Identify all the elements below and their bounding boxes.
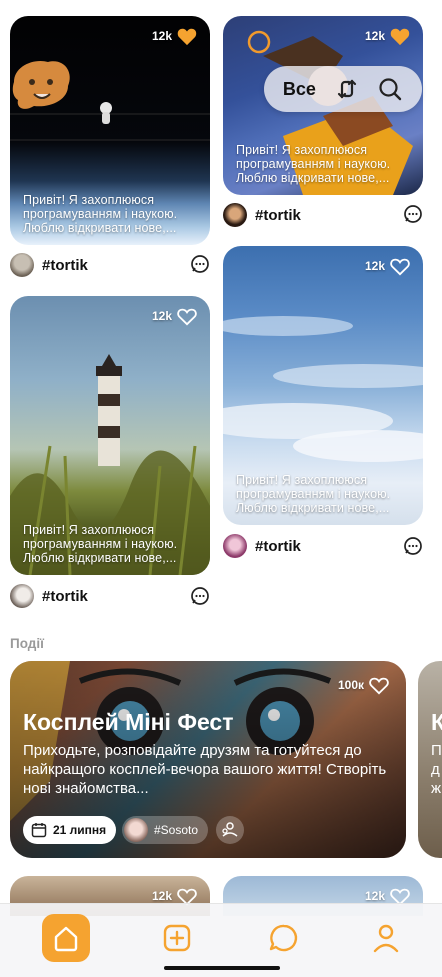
post-author[interactable]: #tortik bbox=[223, 203, 301, 227]
avatar bbox=[124, 818, 148, 842]
event-date: 21 липня bbox=[53, 823, 107, 837]
post-caption: Привіт! Я захоплююся програмуванням і на… bbox=[236, 473, 391, 515]
section-title-events: Події bbox=[10, 636, 44, 651]
likes-counter[interactable]: 12k bbox=[365, 256, 411, 276]
add-icon bbox=[163, 924, 191, 952]
heart-outline-icon[interactable] bbox=[368, 675, 390, 695]
event-date-chip: 21 липня bbox=[23, 816, 117, 844]
event-card-next[interactable]: К П д ж bbox=[418, 661, 442, 858]
heart-filled-icon[interactable] bbox=[389, 26, 411, 46]
likes-count: 12k bbox=[151, 889, 172, 903]
filter-bar: Все bbox=[264, 66, 422, 112]
event-description: П д ж bbox=[431, 742, 442, 797]
likes-count: 12k bbox=[364, 889, 385, 903]
author-tag: #tortik bbox=[42, 256, 88, 274]
event-group-chip[interactable] bbox=[216, 816, 244, 844]
filter-all-button[interactable]: Все bbox=[283, 79, 316, 100]
tab-profile[interactable] bbox=[362, 914, 410, 962]
heart-filled-icon[interactable] bbox=[176, 26, 198, 46]
likes-count: 12k bbox=[364, 259, 385, 273]
tab-home[interactable] bbox=[42, 914, 90, 962]
likes-count: 12k bbox=[151, 309, 172, 323]
likes-counter[interactable]: 12k bbox=[365, 26, 411, 46]
event-card[interactable]: 100к Косплей Міні Фест Приходьте, розпов… bbox=[10, 661, 406, 858]
tab-chat[interactable] bbox=[260, 914, 308, 962]
avatar bbox=[10, 584, 34, 608]
avatar bbox=[223, 203, 247, 227]
post-card-4[interactable]: 12k Привіт! Я захоплююся програмуванням … bbox=[10, 296, 210, 575]
likes-count: 12k bbox=[151, 29, 172, 43]
post-author[interactable]: #tortik bbox=[10, 584, 88, 608]
post-caption: Привіт! Я захоплююся програмуванням і на… bbox=[236, 143, 391, 185]
comment-icon[interactable] bbox=[403, 536, 423, 556]
heart-outline-icon[interactable] bbox=[176, 306, 198, 326]
author-tag: #tortik bbox=[255, 206, 301, 224]
profile-icon bbox=[373, 924, 399, 953]
avatar bbox=[10, 253, 34, 277]
group-icon bbox=[222, 822, 238, 837]
author-tag: #tortik bbox=[255, 537, 301, 555]
tab-add[interactable] bbox=[153, 914, 201, 962]
post-caption: Привіт! Я захоплююся програмуванням і на… bbox=[23, 193, 178, 235]
likes-count: 100к bbox=[337, 678, 364, 692]
likes-counter[interactable]: 12k bbox=[152, 26, 198, 46]
shuffle-icon[interactable] bbox=[334, 76, 360, 102]
event-description: Приходьте, розповідайте друзям та готуйт… bbox=[23, 742, 387, 797]
likes-counter[interactable]: 12k bbox=[152, 306, 198, 326]
post-author[interactable]: #tortik bbox=[10, 253, 88, 277]
chat-icon bbox=[269, 924, 298, 952]
event-organizer-chip[interactable]: #Sosoto bbox=[122, 816, 209, 844]
likes-counter[interactable]: 100к bbox=[338, 675, 390, 695]
post-card-1[interactable]: 12k Привіт! Я захоплююся програмуванням … bbox=[10, 16, 210, 245]
comment-icon[interactable] bbox=[190, 254, 210, 274]
comment-icon[interactable] bbox=[403, 204, 423, 224]
home-indicator bbox=[164, 966, 280, 970]
post-card-3[interactable]: 12k Привіт! Я захоплююся програмуванням … bbox=[223, 246, 423, 525]
event-organizer: #Sosoto bbox=[154, 823, 199, 837]
event-title: К bbox=[431, 709, 442, 735]
post-author[interactable]: #tortik bbox=[223, 534, 301, 558]
comment-icon[interactable] bbox=[190, 586, 210, 606]
post-caption: Привіт! Я захоплююся програмуванням і на… bbox=[23, 523, 178, 565]
search-icon[interactable] bbox=[377, 76, 403, 102]
avatar bbox=[223, 534, 247, 558]
event-title: Косплей Міні Фест bbox=[23, 709, 234, 735]
calendar-icon bbox=[31, 823, 47, 838]
heart-outline-icon[interactable] bbox=[389, 256, 411, 276]
home-icon bbox=[54, 926, 78, 952]
likes-count: 12k bbox=[364, 29, 385, 43]
author-tag: #tortik bbox=[42, 587, 88, 605]
